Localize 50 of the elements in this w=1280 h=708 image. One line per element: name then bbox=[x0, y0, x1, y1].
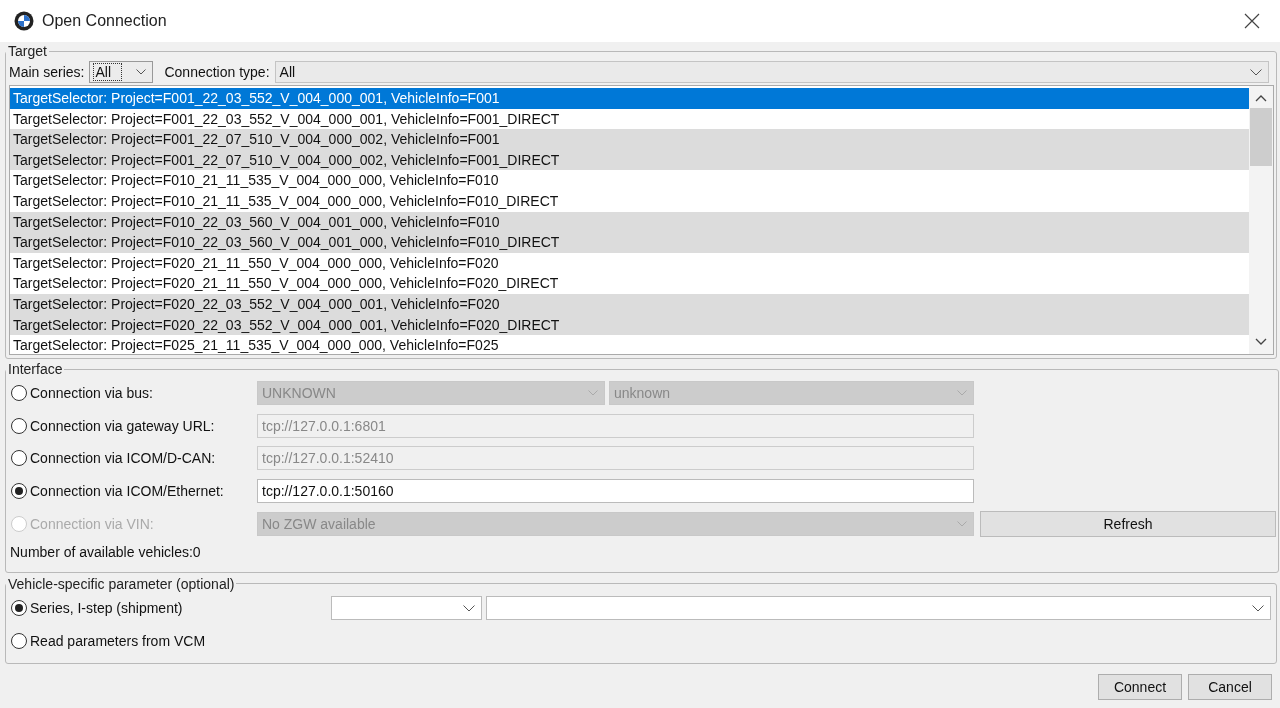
address-field[interactable]: tcp://127.0.0.1:50160 bbox=[257, 479, 974, 504]
chevron-icon bbox=[588, 390, 598, 397]
target-list-item[interactable]: TargetSelector: Project=F001_22_03_552_V_004_000_001, VehicleInfo=F001 bbox=[10, 88, 1249, 109]
target-list-item[interactable]: TargetSelector: Project=F010_22_03_560_V_004_001_000, VehicleInfo=F010_DIRECT bbox=[10, 232, 1249, 253]
window-title: Open Connection bbox=[42, 12, 168, 30]
target-list-item[interactable]: TargetSelector: Project=F020_22_03_552_V_004_000_001, VehicleInfo=F020 bbox=[10, 293, 1249, 315]
group-label: Interface bbox=[7, 361, 64, 377]
connection-type-dropdown[interactable]: All bbox=[274, 61, 1269, 83]
target-list-item[interactable]: TargetSelector: Project=F001_22_07_510_V_004_000_002, VehicleInfo=F001 bbox=[10, 129, 1249, 150]
field-label: Connection type: bbox=[164, 64, 270, 80]
dialog-button[interactable]: Cancel bbox=[1188, 674, 1272, 701]
chevron-icon bbox=[1252, 604, 1264, 612]
main-series-dropdown[interactable]: All bbox=[89, 61, 154, 83]
round-logo-icon bbox=[14, 11, 34, 31]
radio-option[interactable]: Connection via gateway URL: bbox=[9, 417, 257, 434]
chevron-icon bbox=[1250, 68, 1262, 76]
vehicle-count-text: Number of available vehicles:0 bbox=[9, 542, 202, 562]
radio-icon[interactable] bbox=[11, 450, 27, 467]
radio-option[interactable]: Connection via ICOM/D-CAN: bbox=[9, 450, 257, 467]
scroll-thumb[interactable] bbox=[1250, 108, 1272, 166]
scrollbar[interactable] bbox=[1249, 86, 1273, 354]
target-list-item[interactable]: TargetSelector: Project=F020_21_11_550_V_004_000_000, VehicleInfo=F020 bbox=[10, 252, 1249, 274]
group-label: Target bbox=[7, 43, 48, 59]
target-list-item[interactable]: TargetSelector: Project=F010_21_11_535_V_004_000_000, VehicleInfo=F010_DIRECT bbox=[10, 190, 1249, 212]
target-list-item[interactable]: TargetSelector: Project=F025_21_11_535_V_004_000_000, VehicleInfo=F025 bbox=[10, 335, 1249, 356]
radio-option[interactable]: Connection via ICOM/Ethernet: bbox=[9, 483, 257, 500]
target-list-item[interactable]: TargetSelector: Project=F010_21_11_535_V_004_000_000, VehicleInfo=F010 bbox=[10, 170, 1249, 191]
chevron-icon bbox=[957, 390, 967, 397]
dialog-button[interactable]: Connect bbox=[1098, 674, 1182, 701]
radio-icon[interactable] bbox=[11, 417, 27, 434]
field-label: Main series: bbox=[9, 64, 85, 80]
target-list-item[interactable]: TargetSelector: Project=F001_22_03_552_V_004_000_001, VehicleInfo=F001_DIRECT bbox=[10, 108, 1249, 130]
radio-icon[interactable] bbox=[11, 600, 27, 617]
radio-icon[interactable] bbox=[11, 483, 27, 500]
target-list-item[interactable]: TargetSelector: Project=F020_21_11_550_V_004_000_000, VehicleInfo=F020_DIRECT bbox=[10, 273, 1249, 294]
target-list-item[interactable]: TargetSelector: Project=F001_22_07_510_V_004_000_002, VehicleInfo=F001_DIRECT bbox=[10, 149, 1249, 171]
radio-icon[interactable] bbox=[11, 385, 27, 402]
radio-option[interactable]: Read parameters from VCM bbox=[9, 632, 331, 649]
chevron-icon bbox=[957, 520, 967, 527]
close-icon[interactable] bbox=[1244, 13, 1260, 29]
target-list-item[interactable]: TargetSelector: Project=F020_22_03_552_V_004_000_001, VehicleInfo=F020_DIRECT bbox=[10, 314, 1249, 336]
scroll-down-icon[interactable] bbox=[1255, 338, 1267, 346]
radio-icon[interactable] bbox=[11, 632, 27, 649]
radio-option[interactable]: Series, I-step (shipment) bbox=[9, 600, 331, 617]
target-list-item[interactable]: TargetSelector: Project=F010_22_03_560_V_004_001_000, VehicleInfo=F010 bbox=[10, 211, 1249, 233]
group-label: Vehicle-specific parameter (optional) bbox=[7, 575, 236, 592]
scroll-up-icon[interactable] bbox=[1255, 94, 1267, 102]
chevron-icon bbox=[136, 69, 147, 75]
radio-option[interactable]: Connection via bus: bbox=[9, 385, 257, 402]
chevron-icon bbox=[463, 604, 475, 612]
